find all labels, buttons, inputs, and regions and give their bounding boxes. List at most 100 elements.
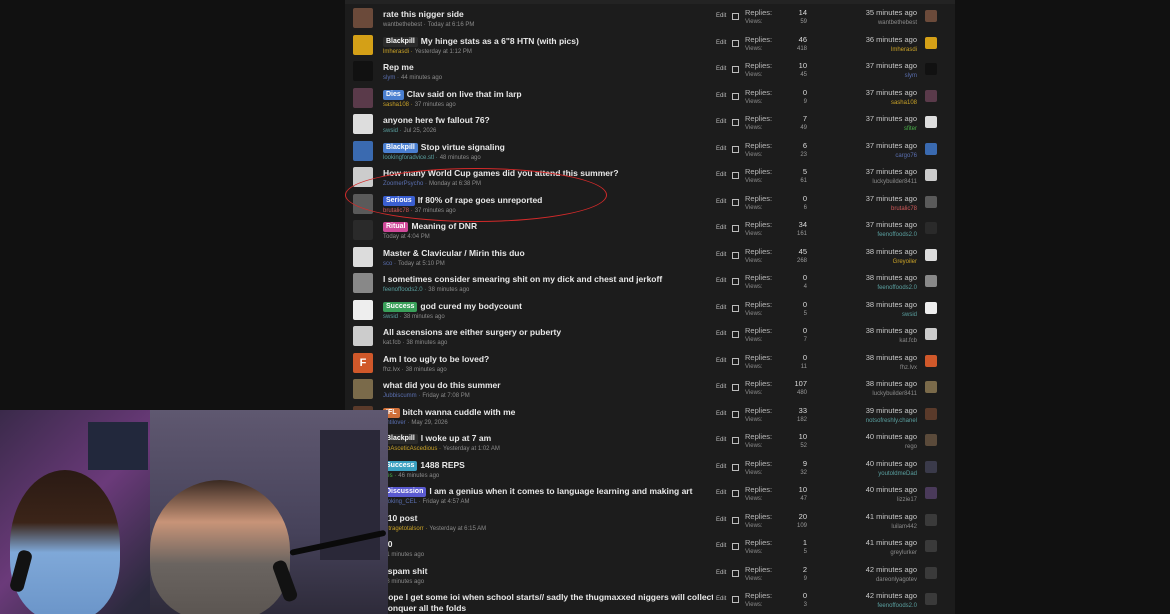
thread-author[interactable]: BoAsceticAscedious ·	[383, 446, 441, 452]
thread-author[interactable]: slym ·	[383, 75, 399, 81]
select-checkbox[interactable]	[732, 490, 739, 497]
edit-link[interactable]: Edit	[716, 543, 726, 549]
last-post-time[interactable]: 41 minutes ago	[835, 512, 917, 521]
thread-date[interactable]: Friday at 4:57 AM	[422, 499, 469, 505]
edit-link[interactable]: Edit	[716, 517, 726, 523]
thread-title-text[interactable]: I am a genius when it comes to language …	[429, 486, 692, 496]
thread-title[interactable]: rate this nigger side	[383, 8, 713, 20]
last-post-time[interactable]: 39 minutes ago	[835, 406, 917, 415]
thread-title-text[interactable]: what did you do this summer	[383, 380, 501, 390]
edit-link[interactable]: Edit	[716, 278, 726, 284]
user-avatar[interactable]	[353, 61, 373, 81]
last-post-user[interactable]: dareonlyagotev	[835, 577, 917, 583]
thread-row[interactable]: Discussion I am a genius when it comes to…	[345, 485, 955, 511]
thread-prefix-badge[interactable]: Discussion	[383, 487, 427, 497]
thread-row[interactable]: Blackpill Stop virtue signaling lookingfor…	[345, 140, 955, 167]
thread-title[interactable]: 710 post	[383, 512, 713, 524]
thread-row[interactable]: I spam shit 48 minutes ago Edit Replies: 2 Vi…	[345, 564, 955, 591]
thread-date[interactable]: 38 minutes ago	[404, 314, 445, 320]
edit-link[interactable]: Edit	[716, 384, 726, 390]
last-poster-avatar[interactable]	[925, 116, 937, 128]
edit-link[interactable]: Edit	[716, 570, 726, 576]
select-checkbox[interactable]	[732, 145, 739, 153]
last-poster-avatar[interactable]	[925, 248, 937, 261]
last-post-time[interactable]: 38 minutes ago	[835, 300, 917, 309]
user-avatar[interactable]	[353, 34, 373, 55]
thread-title-text[interactable]: All ascensions are either surgery or pub…	[383, 327, 561, 337]
thread-title[interactable]: Success 1488 REPS	[383, 459, 713, 471]
thread-author[interactable]: lmherasdi ·	[383, 49, 413, 55]
thread-date[interactable]: 48 minutes ago	[440, 155, 481, 161]
thread-title-text[interactable]: Meaning of DNR	[411, 221, 477, 231]
thread-title[interactable]: All ascensions are either surgery or pub…	[383, 326, 713, 338]
select-checkbox[interactable]	[732, 569, 739, 577]
last-post-time[interactable]: 38 minutes ago	[835, 379, 917, 388]
thread-title-text[interactable]: anyone here fw fallout 76?	[383, 115, 490, 125]
thread-author[interactable]: retragetotalsorr ·	[383, 526, 427, 532]
select-checkbox[interactable]	[732, 13, 739, 20]
select-checkbox[interactable]	[732, 516, 739, 524]
thread-title-text[interactable]: My hinge stats as a 6"8 HTN (with pics)	[421, 36, 579, 46]
edit-link[interactable]: Edit	[716, 358, 726, 364]
last-post-time[interactable]: 42 minutes ago	[835, 565, 917, 574]
last-post-user[interactable]: feenoffoods2.0	[835, 603, 917, 609]
edit-link[interactable]: Edit	[716, 199, 726, 205]
last-poster-avatar[interactable]	[925, 540, 937, 552]
thread-date[interactable]: 38 minutes ago	[428, 287, 469, 293]
select-checkbox[interactable]	[732, 92, 739, 100]
thread-title[interactable]: Dies Clav said on live that im larp	[383, 88, 713, 100]
thread-title-text[interactable]: I spam shit	[383, 566, 427, 576]
last-poster-avatar[interactable]	[925, 142, 937, 155]
thread-title-text[interactable]: bitch wanna cuddle with me	[403, 407, 516, 417]
last-post-user[interactable]: rego	[835, 444, 917, 450]
thread-row[interactable]: IFL bitch wanna cuddle with me antilover ·…	[345, 405, 955, 432]
thread-row[interactable]: F Am I too ugly to be loved? fhz.lvx · 38 m…	[345, 352, 955, 379]
thread-row[interactable]: 710 post retragetotalsorr · Yesterday at 6…	[345, 511, 955, 538]
user-avatar[interactable]	[353, 8, 373, 28]
last-poster-avatar[interactable]	[925, 593, 937, 605]
last-post-user[interactable]: youtoldmeDad	[835, 471, 917, 477]
last-post-user[interactable]: sfiter	[835, 126, 917, 132]
user-avatar[interactable]	[353, 220, 373, 240]
thread-prefix-badge[interactable]: Success	[383, 301, 418, 312]
thread-prefix-badge[interactable]: Ritual	[383, 222, 409, 232]
thread-author[interactable]: Jubbiscumm ·	[383, 393, 420, 399]
last-post-time[interactable]: 37 minutes ago	[835, 141, 917, 150]
edit-link[interactable]: Edit	[716, 93, 726, 99]
thread-row[interactable]: Master & Clavicular / Mirin this duo sco …	[345, 246, 955, 273]
last-poster-avatar[interactable]	[925, 89, 937, 102]
thread-title-text[interactable]: god cured my bodycount	[420, 301, 522, 311]
thread-date[interactable]: Today at 4:04 PM	[383, 234, 430, 240]
thread-title[interactable]: 00	[383, 538, 713, 550]
thread-title[interactable]: Success god cured my bodycount	[383, 300, 713, 312]
edit-link[interactable]: Edit	[716, 437, 726, 443]
thread-title[interactable]: I spam shit	[383, 565, 713, 577]
thread-row[interactable]: Blackpill My hinge stats as a 6"8 HTN (wi…	[345, 34, 955, 61]
last-post-user[interactable]: brutalic78	[835, 206, 917, 212]
thread-row[interactable]: anyone here fw fallout 76? swsid · Jul 25,…	[345, 114, 955, 140]
last-poster-avatar[interactable]	[925, 63, 937, 75]
last-post-user[interactable]: cargo76	[835, 153, 917, 159]
thread-date[interactable]: 44 minutes ago	[401, 75, 442, 81]
last-post-user[interactable]: luckybuilder8411	[835, 391, 917, 397]
thread-title-text[interactable]: I woke up at 7 am	[421, 433, 491, 443]
edit-link[interactable]: Edit	[716, 490, 726, 496]
select-checkbox[interactable]	[732, 596, 739, 603]
select-checkbox[interactable]	[732, 66, 739, 73]
last-post-time[interactable]: 37 minutes ago	[835, 167, 917, 176]
last-post-user[interactable]: feenoffoods2.0	[835, 285, 917, 291]
thread-title-text[interactable]: Clav said on live that im larp	[407, 89, 522, 99]
thread-title-text[interactable]: 1488 REPS	[420, 460, 464, 470]
edit-link[interactable]: Edit	[716, 464, 726, 470]
edit-link[interactable]: Edit	[716, 172, 726, 178]
last-poster-avatar[interactable]	[925, 407, 937, 420]
last-poster-avatar[interactable]	[925, 275, 937, 287]
thread-title[interactable]: Rep me	[383, 61, 713, 73]
thread-author[interactable]: swsid ·	[383, 128, 402, 134]
thread-row[interactable]: Rep me slym · 44 minutes ago Edit Replies: 10…	[345, 61, 955, 87]
last-poster-avatar[interactable]	[925, 195, 937, 208]
user-avatar[interactable]	[353, 379, 373, 399]
last-post-time[interactable]: 35 minutes ago	[835, 8, 917, 17]
last-poster-avatar[interactable]	[925, 434, 937, 446]
select-checkbox[interactable]	[732, 198, 739, 206]
